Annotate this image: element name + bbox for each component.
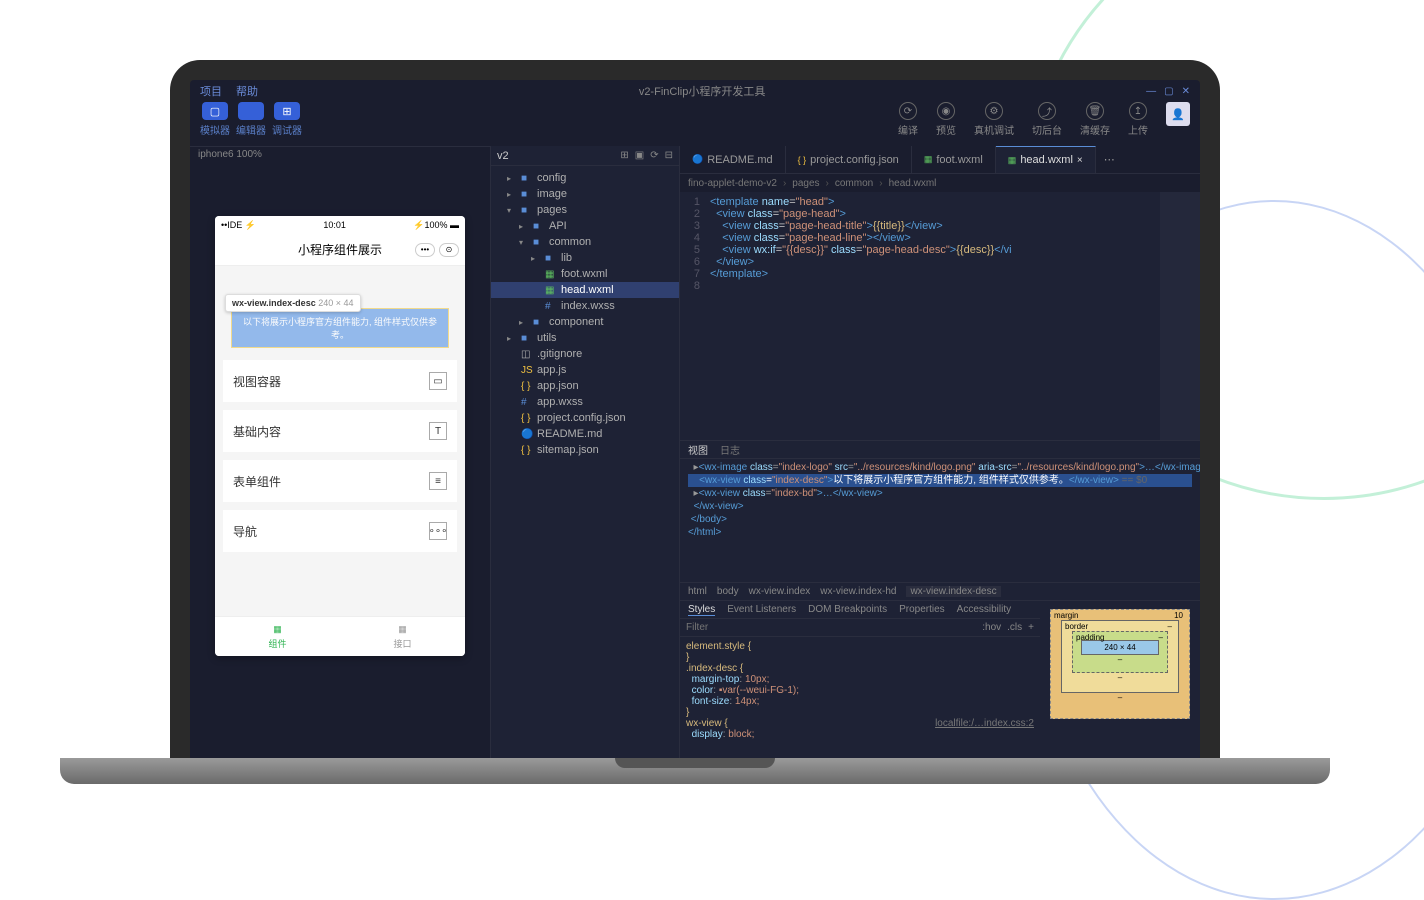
window-title: v2-FinClip小程序开发工具 [272, 83, 1132, 99]
menu-item[interactable]: 导航∘∘∘ [223, 510, 457, 552]
tab-project.config.json[interactable]: { }project.config.json [786, 146, 912, 173]
tree-project.config.json[interactable]: { }project.config.json [491, 410, 679, 426]
menubar: 项目 帮助 v2-FinClip小程序开发工具 — ▢ ✕ [190, 80, 1200, 102]
simulator-panel: iphone6 100% ••IDE ⚡ 10:01 ⚡100% ▬ 小程序组件… [190, 146, 490, 760]
tab-README.md[interactable]: 🔵README.md [680, 146, 786, 173]
tree-lib[interactable]: ▸■lib [491, 250, 679, 266]
laptop-frame: 项目 帮助 v2-FinClip小程序开发工具 — ▢ ✕ ▢模拟器编辑器⊞调试… [170, 60, 1220, 780]
menu-project[interactable]: 项目 [200, 83, 222, 99]
action-上传[interactable]: ↥上传 [1128, 102, 1148, 137]
menu-item[interactable]: 表单组件≡ [223, 460, 457, 502]
tree-foot.wxml[interactable]: ▦foot.wxml [491, 266, 679, 282]
tree-app.json[interactable]: { }app.json [491, 378, 679, 394]
tab-head.wxml[interactable]: ▦head.wxml× [996, 146, 1096, 173]
tab-组件[interactable]: ▦组件 [215, 617, 340, 656]
status-signal: ••IDE ⚡ [221, 220, 256, 231]
avatar[interactable]: 👤 [1166, 102, 1190, 126]
simulator-device-label[interactable]: iphone6 100% [190, 146, 490, 166]
action-编译[interactable]: ⟳编译 [898, 102, 918, 137]
styles-filter-input[interactable] [680, 622, 976, 633]
action-预览[interactable]: ◉预览 [936, 102, 956, 137]
styletab-Event Listeners[interactable]: Event Listeners [727, 604, 796, 615]
tree-config[interactable]: ▸■config [491, 170, 679, 186]
devtab-视图[interactable]: 视图 [688, 442, 708, 457]
tree-API[interactable]: ▸■API [491, 218, 679, 234]
inspected-element[interactable]: 以下将展示小程序官方组件能力, 组件样式仅供参考。 [231, 308, 449, 348]
ide-window: 项目 帮助 v2-FinClip小程序开发工具 — ▢ ✕ ▢模拟器编辑器⊞调试… [190, 80, 1200, 760]
page-title: 小程序组件展示 [298, 241, 382, 258]
styletab-Accessibility[interactable]: Accessibility [957, 604, 1011, 615]
mode-编辑器[interactable]: 编辑器 [236, 102, 266, 137]
project-root[interactable]: v2 [497, 150, 509, 162]
tree-component[interactable]: ▸■component [491, 314, 679, 330]
capsule-close-icon[interactable]: ⊙ [439, 243, 459, 257]
menu-item[interactable]: 基础内容T [223, 410, 457, 452]
file-explorer: v2 ⊞ ▣ ⟳ ⊟ ▸■config▸■image▾■pages▸■API▾■… [490, 146, 680, 760]
styletab-DOM Breakpoints[interactable]: DOM Breakpoints [808, 604, 887, 615]
new-folder-icon[interactable]: ▣ [635, 150, 644, 161]
menu-item[interactable]: 视图容器▭ [223, 360, 457, 402]
maximize-icon[interactable]: ▢ [1164, 86, 1173, 97]
breadcrumb[interactable]: fino-applet-demo-v2›pages›common›head.wx… [680, 174, 1200, 192]
minimap[interactable] [1160, 192, 1200, 440]
tree-common[interactable]: ▾■common [491, 234, 679, 250]
action-清缓存[interactable]: 🗑清缓存 [1080, 102, 1110, 137]
capsule-menu-icon[interactable]: ••• [415, 243, 435, 257]
laptop-base [60, 758, 1330, 784]
toolbar: ▢模拟器编辑器⊞调试器 ⟳编译 ◉预览 ⚙真机调试 ⤴切后台 🗑清缓存 ↥上传 👤 [190, 102, 1200, 146]
box-model: margin 10 border – padding – 240 × 44 [1040, 601, 1200, 760]
devtools-panel: 视图日志 ▸<wx-image class="index-logo" src="… [680, 440, 1200, 760]
status-time: 10:01 [323, 220, 346, 230]
code-editor[interactable]: 1<template name="head">2 <view class="pa… [680, 192, 1200, 440]
tree-index.wxss[interactable]: #index.wxss [491, 298, 679, 314]
tree-utils[interactable]: ▸■utils [491, 330, 679, 346]
tab-foot.wxml[interactable]: ▦foot.wxml [912, 146, 996, 173]
inspect-tooltip: wx-view.index-desc 240 × 44 [225, 294, 361, 312]
elements-tree[interactable]: ▸<wx-image class="index-logo" src="../re… [680, 459, 1200, 582]
tree-README.md[interactable]: 🔵README.md [491, 426, 679, 442]
close-icon[interactable]: ✕ [1182, 86, 1190, 97]
menu-help[interactable]: 帮助 [236, 83, 258, 99]
devtab-日志[interactable]: 日志 [720, 442, 740, 457]
tree-app.js[interactable]: JSapp.js [491, 362, 679, 378]
styles-list[interactable]: element.style {}.index-desc {</span></di… [680, 637, 1040, 760]
refresh-icon[interactable]: ⟳ [650, 150, 658, 161]
action-真机调试[interactable]: ⚙真机调试 [974, 102, 1014, 137]
phone-simulator: ••IDE ⚡ 10:01 ⚡100% ▬ 小程序组件展示 ••• ⊙ [215, 216, 465, 656]
styletab-Styles[interactable]: Styles [688, 604, 715, 616]
tree-head.wxml[interactable]: ▦head.wxml [491, 282, 679, 298]
collapse-icon[interactable]: ⊟ [665, 150, 673, 161]
mode-调试器[interactable]: ⊞调试器 [272, 102, 302, 137]
action-切后台[interactable]: ⤴切后台 [1032, 102, 1062, 137]
tree-sitemap.json[interactable]: { }sitemap.json [491, 442, 679, 458]
elements-breadcrumb[interactable]: htmlbodywx-view.indexwx-view.index-hdwx-… [680, 582, 1200, 600]
tree-pages[interactable]: ▾■pages [491, 202, 679, 218]
styletab-Properties[interactable]: Properties [899, 604, 945, 615]
status-battery: ⚡100% ▬ [413, 220, 459, 231]
editor-pane: 🔵README.md{ }project.config.json▦foot.wx… [680, 146, 1200, 760]
mode-模拟器[interactable]: ▢模拟器 [200, 102, 230, 137]
tree-app.wxss[interactable]: #app.wxss [491, 394, 679, 410]
tab-overflow-icon[interactable]: ⋯ [1096, 146, 1123, 173]
tab-接口[interactable]: ▦接口 [340, 617, 465, 656]
tree-.gitignore[interactable]: ◫.gitignore [491, 346, 679, 362]
new-file-icon[interactable]: ⊞ [620, 150, 628, 161]
tree-image[interactable]: ▸■image [491, 186, 679, 202]
minimize-icon[interactable]: — [1146, 86, 1156, 97]
